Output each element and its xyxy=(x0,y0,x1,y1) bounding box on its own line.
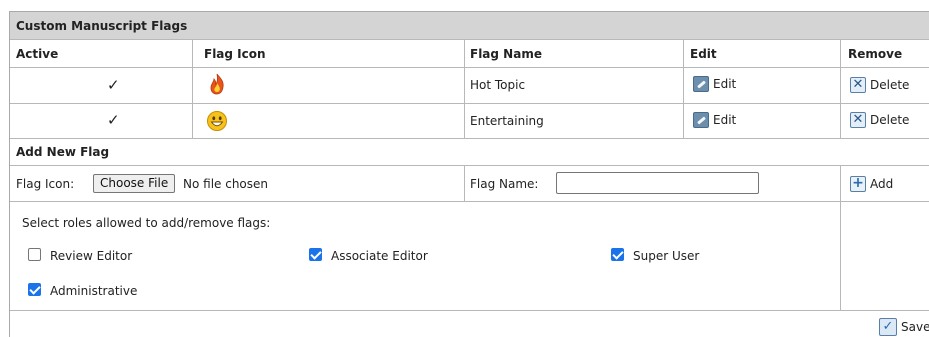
role-label: Super User xyxy=(633,249,700,263)
plus-icon: + xyxy=(850,176,866,192)
flag-name-input[interactable] xyxy=(556,172,759,194)
edit-label: Edit xyxy=(713,77,737,91)
header-flag-icon: Flag Icon xyxy=(204,47,266,61)
checkmark-icon: ✓ xyxy=(879,318,897,336)
save-label: Save xyxy=(901,320,929,334)
administrative-checkbox[interactable] xyxy=(28,283,41,296)
edit-label: Edit xyxy=(713,113,737,127)
associate-editor-checkbox[interactable] xyxy=(309,248,322,261)
close-icon: ✕ xyxy=(850,112,866,128)
no-file-text: No file chosen xyxy=(183,177,269,191)
smiley-icon xyxy=(206,110,228,135)
header-remove: Remove xyxy=(848,47,903,61)
header-edit: Edit xyxy=(690,47,717,61)
fire-icon xyxy=(207,73,227,98)
edit-icon xyxy=(693,112,709,128)
panel-title: Custom Manuscript Flags xyxy=(16,19,188,33)
active-checkmark: ✓ xyxy=(107,111,120,129)
header-active: Active xyxy=(16,47,59,61)
flag-name-label: Flag Name: xyxy=(470,177,539,191)
add-section-title: Add New Flag xyxy=(16,145,110,159)
role-label: Administrative xyxy=(50,284,138,298)
flag-icon-label: Flag Icon: xyxy=(16,177,75,191)
header-flag-name: Flag Name xyxy=(470,47,542,61)
add-label: Add xyxy=(870,177,894,191)
custom-flags-panel: Custom Manuscript Flags Active Flag Icon… xyxy=(9,11,929,337)
role-label: Review Editor xyxy=(50,249,133,263)
delete-label: Delete xyxy=(870,113,910,127)
close-icon: ✕ xyxy=(850,77,866,93)
roles-prompt: Select roles allowed to add/remove flags… xyxy=(22,216,271,230)
active-checkmark: ✓ xyxy=(107,76,120,94)
super-user-checkbox[interactable] xyxy=(611,248,624,261)
flag-name-cell: Entertaining xyxy=(470,114,544,128)
role-label: Associate Editor xyxy=(331,249,428,263)
flag-name-cell: Hot Topic xyxy=(470,78,526,92)
edit-icon xyxy=(693,76,709,92)
delete-label: Delete xyxy=(870,78,910,92)
review-editor-checkbox[interactable] xyxy=(28,248,41,261)
choose-file-button[interactable]: Choose File xyxy=(93,174,176,193)
